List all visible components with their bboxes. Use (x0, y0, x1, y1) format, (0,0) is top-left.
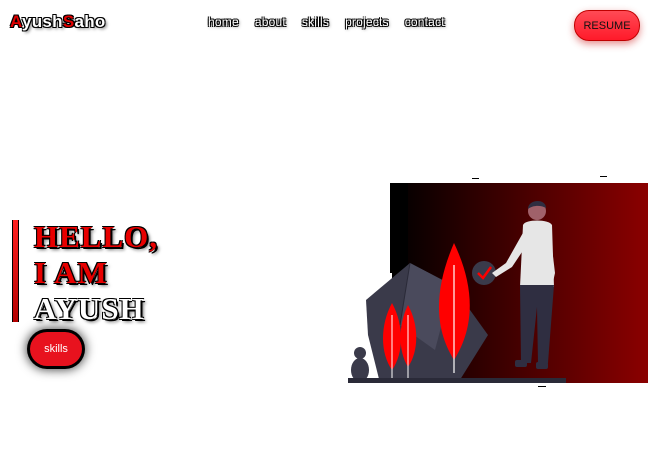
site-logo[interactable]: AyushSaho (10, 12, 106, 32)
hero-line-hello: HELLO, (34, 219, 159, 254)
hero-line-i-am: I AM (34, 255, 108, 290)
resume-button[interactable]: RESUME (574, 10, 640, 41)
logo-last-initial: S (62, 12, 75, 31)
ground-shadow (348, 378, 566, 383)
person-shoe-left (515, 360, 527, 367)
nav-link-projects[interactable]: projects (345, 15, 389, 29)
nav-link-about[interactable]: about (255, 15, 286, 29)
person-shoe-right (536, 362, 548, 369)
nav-link-contact[interactable]: contact (405, 15, 445, 29)
hero-heading: HELLO, I AM AYUSH (34, 219, 158, 327)
ground-mark (538, 386, 546, 387)
logo-last-rest: aho (74, 12, 106, 31)
nav-link-home[interactable]: home (208, 15, 239, 29)
logo-first-initial: A (10, 12, 22, 31)
nav-link-skills[interactable]: skills (302, 15, 329, 29)
illustration-left-strip (390, 183, 408, 273)
skills-button[interactable]: skills (30, 332, 82, 366)
logo-first-rest: yush (21, 12, 63, 31)
animal-head (354, 347, 366, 359)
illustration-mark-2 (600, 176, 607, 177)
main-nav: home about skills projects contact (208, 15, 445, 29)
hero-illustration (348, 176, 648, 387)
illustration-mark-1 (472, 178, 479, 179)
hero-accent-bar (12, 220, 19, 322)
hero-line-name: AYUSH (34, 291, 145, 326)
